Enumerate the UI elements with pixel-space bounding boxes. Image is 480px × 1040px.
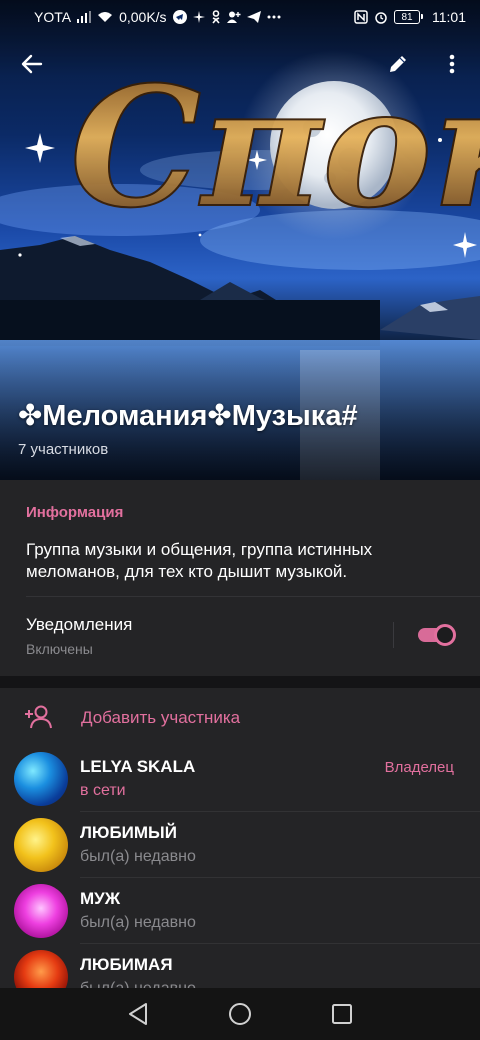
nfc-icon (354, 10, 368, 24)
notifications-status: Включены (26, 641, 93, 657)
avatar (14, 818, 68, 872)
member-name: ЛЮБИМАЯ (80, 955, 173, 974)
telegram-icon (172, 10, 187, 24)
notifications-toggle[interactable] (416, 624, 456, 646)
member-status: был(а) недавно (80, 914, 196, 931)
add-person-icon (25, 705, 52, 729)
nav-recents-button[interactable] (322, 998, 362, 1030)
info-section: Информация Группа музыки и общения, груп… (0, 480, 480, 676)
member-row[interactable]: МУЖ был(а) недавно (0, 878, 480, 944)
arrow-left-icon (21, 54, 43, 74)
add-contact-icon (226, 11, 241, 23)
member-row[interactable]: ЛЮБИМАЯ был(а) недавно (0, 944, 480, 990)
section-separator (0, 676, 480, 688)
member-row[interactable]: ЛЮБИМЫЙ был(а) недавно (0, 812, 480, 878)
more-notifications-icon (267, 15, 281, 19)
member-name: МУЖ (80, 889, 121, 908)
member-count: 7 участников (18, 441, 109, 458)
status-bar: YOTA 0,00K/s 81 11:01 (0, 0, 480, 34)
avatar (14, 884, 68, 938)
battery-icon: 81 (394, 10, 423, 24)
back-button[interactable] (12, 44, 52, 84)
nav-home-button[interactable] (220, 998, 260, 1030)
avatar (14, 950, 68, 990)
sparkle-icon (192, 11, 205, 23)
alarm-icon (374, 10, 388, 24)
circle-home-icon (229, 1003, 251, 1025)
toggle-knob (434, 624, 456, 646)
member-status: был(а) недавно (80, 848, 196, 865)
chat-title: ✤Меломания✤Музыка# (18, 400, 358, 432)
wifi-icon (97, 11, 113, 23)
divider (393, 622, 394, 648)
member-row[interactable]: LELYA SKALA в сети Владелец (0, 746, 480, 812)
avatar (14, 752, 68, 806)
clock: 11:01 (432, 9, 466, 25)
group-description: Группа музыки и общения, группа истинных… (26, 540, 373, 581)
nav-back-button[interactable] (118, 998, 158, 1030)
divider (26, 596, 480, 597)
add-member-button[interactable]: Добавить участника (0, 688, 480, 746)
chat-header-cover: Сπок YOTA 0,00K/s (0, 0, 480, 480)
member-status: в сети (80, 782, 126, 799)
add-member-label: Добавить участника (81, 708, 241, 727)
network-speed: 0,00K/s (119, 9, 167, 25)
more-options-button[interactable] (432, 44, 472, 84)
members-section: Добавить участника LELYA SKALA в сети Вл… (0, 688, 480, 990)
more-vertical-icon (449, 54, 455, 74)
odnoklassniki-icon (211, 10, 221, 24)
notifications-label[interactable]: Уведомления (26, 615, 132, 635)
pencil-icon (390, 56, 406, 72)
send-icon (246, 11, 261, 23)
member-name: ЛЮБИМЫЙ (80, 823, 177, 842)
square-recents-icon (332, 1004, 352, 1024)
edit-button[interactable] (378, 44, 418, 84)
signal-icon (77, 11, 92, 23)
member-role-badge: Владелец (384, 759, 454, 776)
carrier-name: YOTA (34, 9, 72, 25)
system-navigation-bar (0, 988, 480, 1040)
member-name: LELYA SKALA (80, 757, 196, 776)
triangle-back-icon (129, 1003, 147, 1025)
info-heading: Информация (26, 504, 124, 521)
